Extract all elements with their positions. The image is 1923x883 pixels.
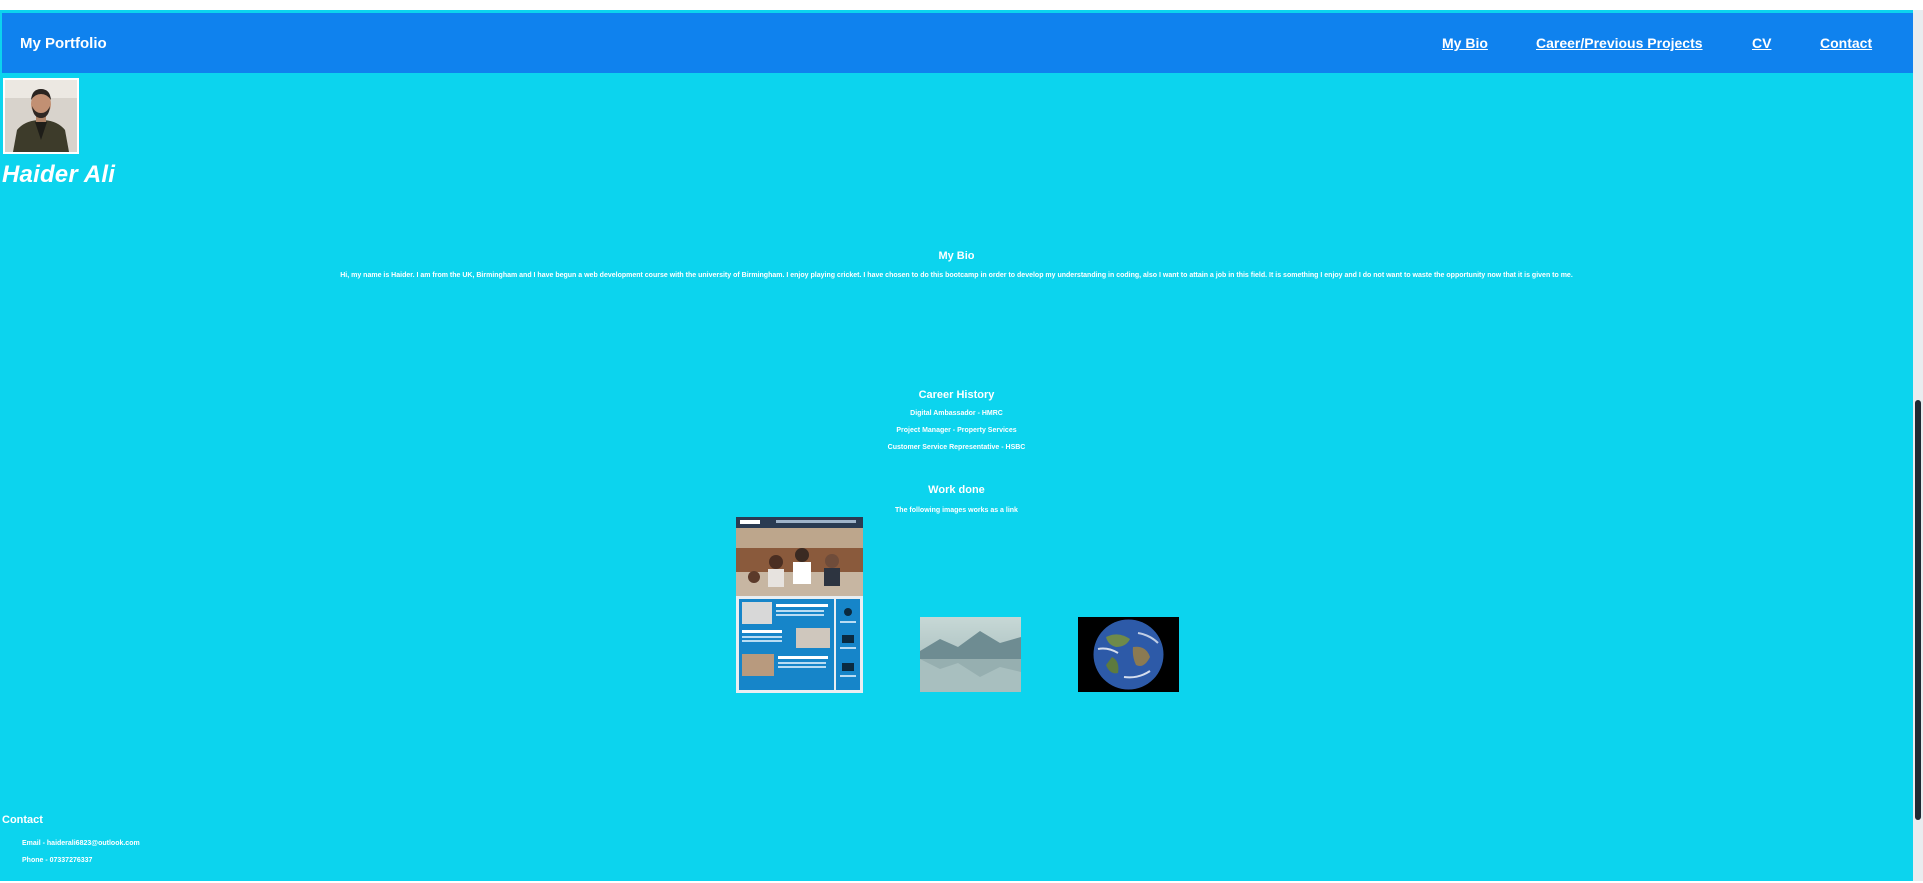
work-subtitle: The following images works as a link (895, 507, 1018, 514)
work-link-website[interactable] (736, 517, 863, 693)
work-title: Work done (928, 484, 985, 496)
nav-my-bio[interactable]: My Bio (1442, 35, 1488, 51)
misty-landscape-icon (920, 617, 1021, 692)
earth-globe-icon (1078, 617, 1179, 692)
work-link-earth[interactable] (1078, 617, 1179, 692)
nav-contact[interactable]: Contact (1820, 35, 1872, 51)
avatar-photo-icon (5, 80, 77, 152)
work-link-landscape[interactable] (920, 617, 1021, 692)
career-item: Customer Service Representative - HSBC (887, 444, 1026, 451)
career-item: Digital Ambassador - HMRC (910, 410, 1003, 417)
career-title: Career History (918, 389, 995, 401)
profile-name: Haider Ali (2, 161, 116, 188)
website-screenshot-icon (736, 517, 863, 693)
bio-title: My Bio (938, 250, 975, 262)
avatar (3, 78, 79, 154)
nav-cv[interactable]: CV (1752, 35, 1771, 51)
navbar: My Portfolio My Bio Career/Previous Proj… (2, 13, 1913, 73)
contact-title: Contact (2, 814, 43, 826)
contact-phone: Phone - 07337276337 (22, 857, 93, 864)
scrollbar-thumb[interactable] (1915, 400, 1921, 820)
nav-career-projects[interactable]: Career/Previous Projects (1536, 35, 1703, 51)
career-item: Project Manager - Property Services (896, 427, 1017, 434)
brand-link[interactable]: My Portfolio (20, 35, 107, 52)
bio-text: Hi, my name is Haider. I am from the UK,… (340, 272, 1573, 279)
page: My Portfolio My Bio Career/Previous Proj… (0, 10, 1913, 881)
contact-email: Email - haiderali6823@outlook.com (22, 840, 140, 847)
